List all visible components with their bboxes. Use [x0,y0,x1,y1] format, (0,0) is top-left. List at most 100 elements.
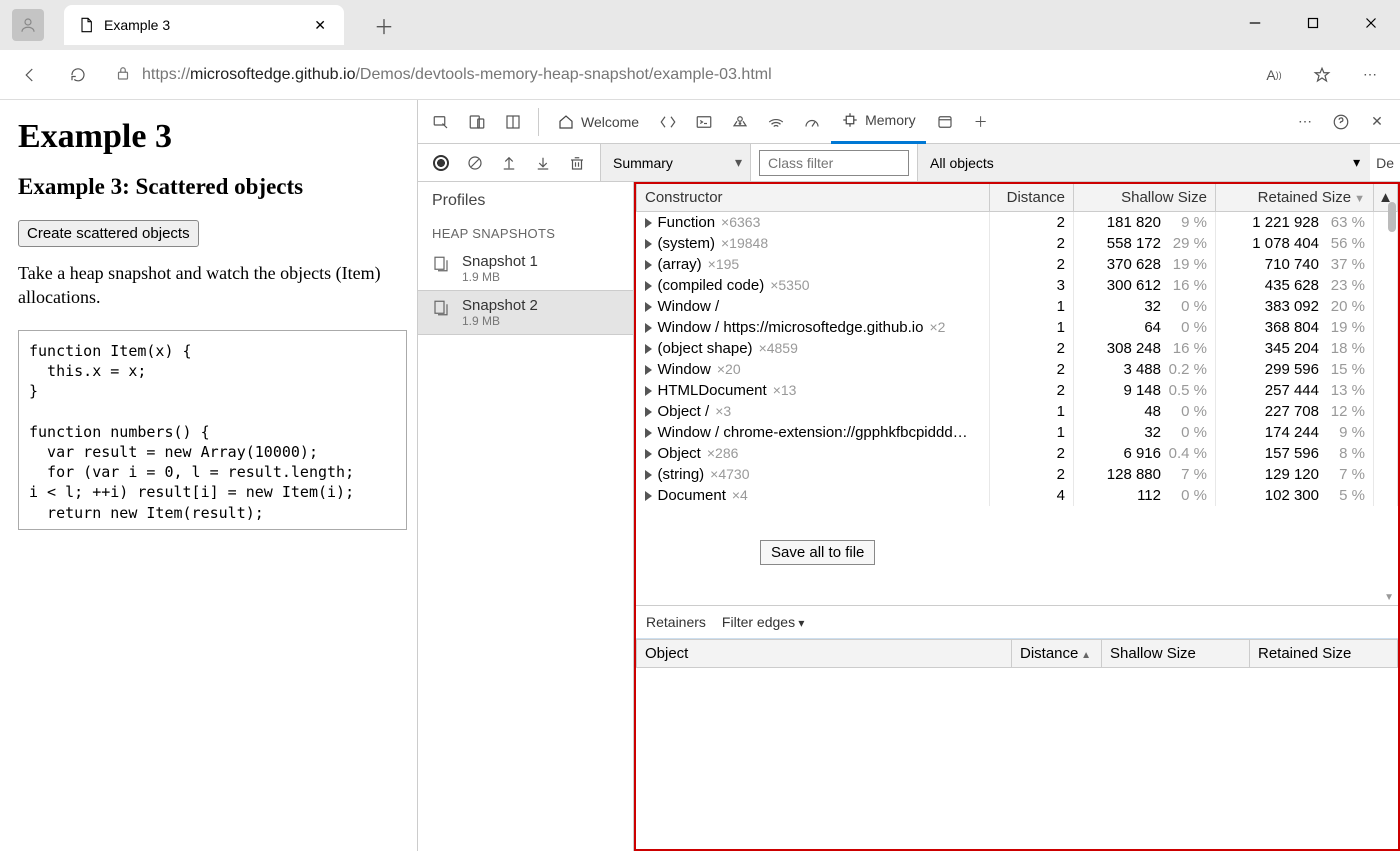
ret-col-object[interactable]: Object [637,640,1012,668]
ret-col-shallow[interactable]: Shallow Size [1102,640,1250,668]
clear-button[interactable] [460,148,490,178]
content-area: Example 3 Example 3: Scattered objects C… [0,100,1400,851]
tab-network-icon[interactable] [759,105,793,139]
address-bar: https://microsoftedge.github.io/Demos/de… [0,50,1400,100]
titlebar: Example 3 ✕ ＋ [0,0,1400,50]
table-row[interactable]: (array)×1952370 62819 %710 74037 % [637,254,1398,275]
table-row[interactable]: Object×28626 9160.4 %157 5968 % [637,443,1398,464]
table-row[interactable]: Document×441120 %102 3005 % [637,485,1398,506]
scrollbar-thumb[interactable] [1388,202,1396,232]
table-row[interactable]: Object /×31480 %227 70812 % [637,401,1398,422]
tab-welcome[interactable]: Welcome [547,100,649,144]
profiles-heading: Profiles [418,182,633,220]
snapshot-item[interactable]: Snapshot 21.9 MB [418,290,633,335]
ret-col-distance[interactable]: Distance [1012,640,1102,668]
snapshot-icon [432,299,452,320]
file-icon [78,17,94,33]
collect-garbage-button[interactable] [562,148,592,178]
col-constructor[interactable]: Constructor [637,184,990,212]
load-button[interactable] [494,148,524,178]
table-row[interactable]: (system)×198482558 17229 %1 078 40456 % [637,233,1398,254]
col-retained[interactable]: Retained Size [1216,184,1374,212]
expand-icon[interactable] [645,260,652,270]
save-all-tooltip: Save all to file [760,540,875,565]
tab-title: Example 3 [104,17,300,33]
device-toggle-icon[interactable] [460,105,494,139]
filter-edges-dropdown[interactable]: Filter edges [722,614,805,630]
page-description: Take a heap snapshot and watch the objec… [18,261,407,310]
expand-icon[interactable] [645,302,652,312]
expand-icon[interactable] [645,344,652,354]
table-row[interactable]: (object shape)×48592308 24816 %345 20418… [637,338,1398,359]
table-row[interactable]: Window / https://microsoftedge.github.io… [637,317,1398,338]
table-row[interactable]: Window /1320 %383 09220 % [637,296,1398,317]
read-aloud-button[interactable]: A)) [1256,57,1292,93]
expand-icon[interactable] [645,281,652,291]
save-button[interactable] [528,148,558,178]
expand-icon[interactable] [645,407,652,417]
snapshot-item[interactable]: Snapshot 11.9 MB [418,247,633,290]
more-tools-button[interactable]: ⋯ [1288,105,1322,139]
code-textarea[interactable]: function Item(x) { this.x = x; } functio… [18,330,407,530]
tab-memory[interactable]: Memory [831,100,926,144]
expand-icon[interactable] [645,323,652,333]
table-row[interactable]: Window×2023 4880.2 %299 59615 % [637,359,1398,380]
table-row[interactable]: HTMLDocument×1329 1480.5 %257 44413 % [637,380,1398,401]
retainers-bar: Retainers Filter edges [636,605,1398,639]
tab-application-icon[interactable] [928,105,962,139]
expand-icon[interactable] [645,470,652,480]
object-filter-dropdown[interactable]: All objects [917,144,1370,181]
expand-icon[interactable] [645,365,652,375]
maximize-button[interactable] [1284,0,1342,46]
close-window-button[interactable] [1342,0,1400,46]
minimize-button[interactable] [1226,0,1284,46]
expand-icon[interactable] [645,449,652,459]
col-shallow[interactable]: Shallow Size [1074,184,1216,212]
inspect-element-icon[interactable] [424,105,458,139]
profiles-pane: Profiles HEAP SNAPSHOTS Snapshot 11.9 MB… [418,182,634,851]
table-row[interactable]: (string)×47302128 8807 %129 1207 % [637,464,1398,485]
snapshot-icon [432,255,452,276]
expand-icon[interactable] [645,218,652,228]
home-icon [557,113,575,131]
heap-area: Constructor Distance Shallow Size Retain… [634,182,1400,851]
close-tab-button[interactable]: ✕ [310,13,330,38]
col-distance[interactable]: Distance [990,184,1074,212]
retainers-table: Object Distance Shallow Size Retained Si… [636,639,1398,849]
view-dropdown[interactable]: Summary [601,144,751,181]
person-icon [19,16,37,34]
expand-icon[interactable] [645,386,652,396]
page-h1: Example 3 [18,118,407,156]
class-filter-input[interactable] [759,150,909,176]
devtools-tabs: Welcome Memory ＋ ⋯ ✕ [418,100,1400,144]
create-scattered-objects-button[interactable]: Create scattered objects [18,220,199,247]
help-button[interactable] [1324,105,1358,139]
lock-icon [114,64,132,85]
tab-sources-icon[interactable] [723,105,757,139]
table-row[interactable]: Window / chrome-extension://gpphkfbcpidd… [637,422,1398,443]
retainers-label: Retainers [646,614,706,630]
expand-icon[interactable] [645,491,652,501]
url-box[interactable]: https://microsoftedge.github.io/Demos/de… [108,60,1244,89]
close-devtools-button[interactable]: ✕ [1360,105,1394,139]
table-row[interactable]: Function×63632181 8209 %1 221 92863 % [637,212,1398,234]
table-row[interactable]: (compiled code)×53503300 61216 %435 6282… [637,275,1398,296]
tab-elements-icon[interactable] [651,105,685,139]
profile-avatar[interactable] [12,9,44,41]
browser-tab[interactable]: Example 3 ✕ [64,5,344,45]
refresh-button[interactable] [60,57,96,93]
more-tabs-button[interactable]: ＋ [964,105,998,139]
menu-button[interactable]: ⋯ [1352,57,1388,93]
favorite-button[interactable] [1304,57,1340,93]
expand-icon[interactable] [645,428,652,438]
back-button[interactable] [12,57,48,93]
truncated-label: De [1370,155,1400,171]
dock-side-icon[interactable] [496,105,530,139]
new-tab-button[interactable]: ＋ [364,5,404,46]
tab-console-icon[interactable] [687,105,721,139]
record-button[interactable] [426,148,456,178]
ret-col-retained[interactable]: Retained Size [1250,640,1398,668]
expand-icon[interactable] [645,239,652,249]
tab-performance-icon[interactable] [795,105,829,139]
scroll-down-icon: ▼ [1384,592,1394,603]
